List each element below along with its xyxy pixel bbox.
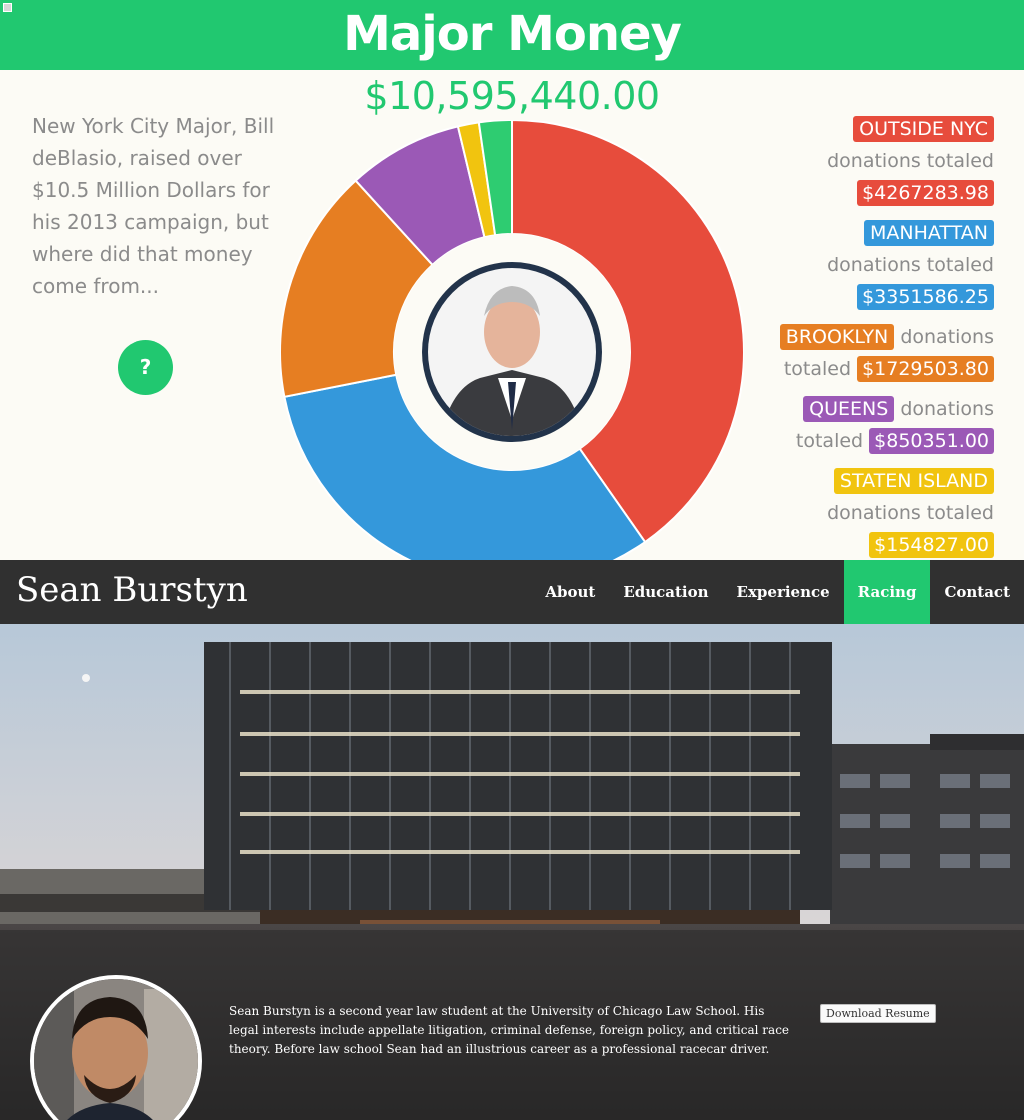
region-tag: QUEENS <box>803 396 895 422</box>
nav-links: About Education Experience Racing Contac… <box>531 560 1024 624</box>
region-tag: MANHATTAN <box>863 220 994 246</box>
amount-tag: $3351586.25 <box>857 284 994 310</box>
app-title: Major Money <box>343 6 682 62</box>
amount-tag: $154827.00 <box>869 532 994 558</box>
bio-text: Sean Burstyn is a second year law studen… <box>229 1004 790 1056</box>
region-tag: STATEN ISLAND <box>833 468 994 494</box>
legend-item-staten-island: STATEN ISLAND donations totaled $154827.… <box>784 465 994 560</box>
legend-item-outside-nyc: OUTSIDE NYC donations totaled $4267283.9… <box>784 113 994 209</box>
site-brand[interactable]: Sean Burstyn <box>16 570 248 610</box>
profile-photo-image <box>34 979 198 1120</box>
region-tag: OUTSIDE NYC <box>853 116 994 142</box>
nav-education[interactable]: Education <box>609 560 722 624</box>
download-resume-button[interactable]: Download Resume <box>820 1004 936 1023</box>
intro-text: New York City Major, Bill deBlasio, rais… <box>32 114 275 298</box>
legend-label: totaled <box>795 430 864 452</box>
legend-label: donations totaled <box>827 254 994 276</box>
amount-tag: $850351.00 <box>869 428 994 454</box>
nav-experience[interactable]: Experience <box>723 560 844 624</box>
amount-tag: $4267283.98 <box>857 180 994 206</box>
legend-label: donations totaled <box>827 502 994 524</box>
legend-label: donations <box>900 326 994 348</box>
donation-legend: OUTSIDE NYC donations totaled $4267283.9… <box>779 113 994 560</box>
legend-label: donations <box>900 398 994 420</box>
nav-about[interactable]: About <box>531 560 609 624</box>
personal-site: Sean Burstyn About Education Experience … <box>0 560 1024 1120</box>
major-money-app: Major Money $10,595,440.00 New York City… <box>0 0 1024 560</box>
nav-contact[interactable]: Contact <box>930 560 1024 624</box>
app-header: Major Money <box>0 0 1024 70</box>
nav-racing[interactable]: Racing <box>843 560 931 624</box>
legend-item-manhattan: MANHATTAN donations totaled $3351586.25 <box>784 217 994 313</box>
region-tag: BROOKLYN <box>779 324 895 350</box>
page-corner-icon[interactable] <box>3 3 12 12</box>
legend-item-queens: QUEENS donations totaled $850351.00 <box>769 393 994 457</box>
amount-tag: $1729503.80 <box>857 356 994 382</box>
site-navbar: Sean Burstyn About Education Experience … <box>0 560 1024 624</box>
donut-chart <box>280 120 744 560</box>
legend-label: totaled <box>783 358 852 380</box>
legend-label: donations totaled <box>827 150 994 172</box>
help-button[interactable]: ? <box>118 340 173 395</box>
legend-item-brooklyn: BROOKLYN donations totaled $1729503.80 <box>769 321 994 385</box>
